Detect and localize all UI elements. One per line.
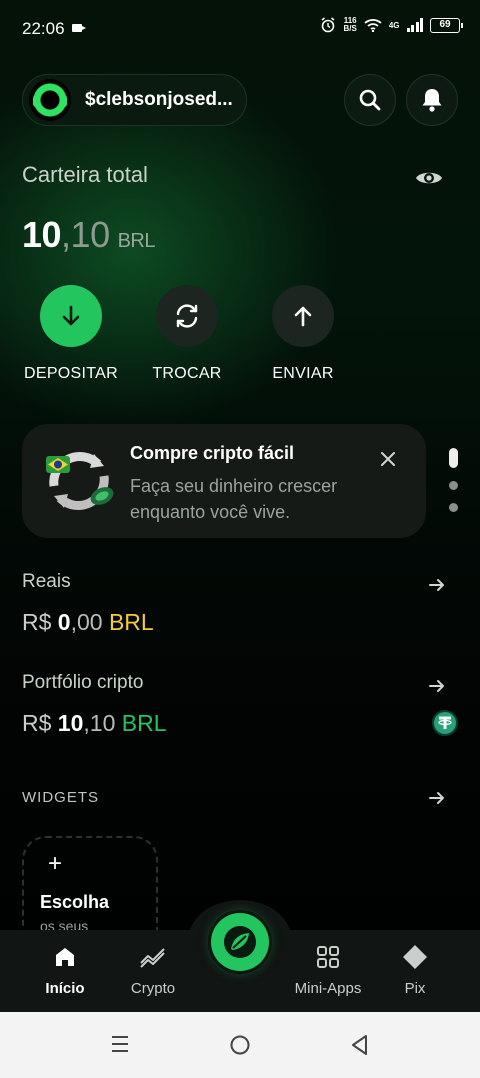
deposit-label: DEPOSITAR [24, 365, 118, 382]
menu-icon[interactable] [110, 1034, 130, 1054]
reais-arrow-button[interactable] [428, 576, 446, 599]
username: $clebsonjosed... [85, 89, 233, 110]
promo-title: Compre cripto fácil [130, 443, 295, 463]
send-label: ENVIAR [272, 365, 334, 382]
nav-mini-apps-label: Mini-Apps [294, 980, 362, 997]
swap-action[interactable]: TROCAR [127, 285, 247, 383]
search-icon [359, 89, 381, 111]
deposit-action[interactable]: DEPOSITAR [11, 285, 131, 383]
bell-icon [422, 89, 442, 112]
plus-icon: + [48, 850, 63, 877]
chart-icon [140, 948, 165, 968]
widgets-arrow-button[interactable] [428, 789, 446, 812]
signal-icon [406, 18, 423, 32]
balance-decimal: ,10 [61, 214, 110, 255]
refresh-icon [176, 304, 198, 328]
status-bar: 22:06 116 B/S 4G 69 [0, 0, 480, 56]
battery-icon: 69 [430, 17, 463, 33]
portfolio-title[interactable]: Portfólio cripto [22, 672, 143, 694]
status-time: 22:06 [22, 19, 65, 38]
notifications-button[interactable] [406, 74, 458, 126]
reais-currency: BRL [108, 609, 154, 635]
pix-icon [403, 945, 427, 969]
video-record-icon [72, 24, 86, 32]
portfolio-currency: BRL [121, 710, 167, 736]
arrow-right-icon [429, 792, 444, 804]
nav-home[interactable]: Início [20, 944, 110, 997]
widgets-label: WIDGETS [22, 789, 99, 806]
wallet-label: Carteira total [22, 162, 148, 187]
promo-subtitle: Faça seu dinheiro crescer enquanto você … [130, 476, 338, 522]
total-balance: 10,10 BRL [22, 214, 156, 256]
crypto-exchange-illustration [46, 452, 114, 510]
carousel-dot [448, 503, 458, 512]
net-speed: 116 B/S [343, 16, 357, 33]
arrow-right-icon [429, 579, 444, 591]
carousel-dot [448, 481, 458, 490]
nav-crypto[interactable]: Crypto [108, 944, 198, 997]
portfolio-arrow-button[interactable] [428, 677, 446, 700]
reais-title[interactable]: Reais [22, 571, 71, 593]
system-nav-bar [0, 1012, 480, 1078]
portfolio-balance: R$ 10,10 BRL [22, 710, 167, 736]
swap-label: TROCAR [152, 365, 222, 382]
nav-pix-label: Pix [404, 980, 426, 997]
network-type: 4G [388, 20, 400, 30]
wifi-icon [364, 19, 382, 32]
app-screen: 22:06 116 B/S 4G 69 $clebsonjosed... Car… [0, 0, 480, 1012]
reais-balance: R$ 0,00 BRL [22, 609, 154, 635]
eye-icon [416, 172, 442, 184]
alarm-icon [322, 17, 335, 33]
nav-pix[interactable]: Pix [370, 944, 460, 997]
balance-integer: 10 [22, 214, 62, 255]
carousel-indicator [447, 448, 459, 525]
home-icon [56, 948, 74, 966]
profile-selector[interactable]: $clebsonjosed... [22, 74, 247, 126]
promo-card[interactable]: Compre cripto fácil Faça seu dinheiro cr… [22, 424, 426, 538]
home-circle-icon[interactable] [229, 1034, 251, 1056]
brand-logo-icon [224, 926, 256, 958]
close-icon [381, 452, 395, 466]
nav-crypto-label: Crypto [130, 980, 176, 997]
status-icons: 116 B/S 4G 69 [320, 16, 463, 33]
avatar [29, 79, 71, 121]
promo-close-button[interactable] [380, 451, 396, 472]
send-action[interactable]: ENVIAR [243, 285, 363, 383]
deposit-button[interactable] [40, 285, 102, 347]
back-icon[interactable] [350, 1034, 370, 1056]
arrow-down-icon [62, 305, 80, 326]
arrow-right-icon [429, 680, 444, 692]
toggle-visibility-button[interactable] [414, 166, 444, 195]
widget-card-title: Escolha [40, 892, 110, 912]
tether-icon [432, 710, 458, 736]
balance-currency: BRL [117, 230, 156, 252]
search-button[interactable] [344, 74, 396, 126]
arrow-up-icon [294, 306, 312, 327]
carousel-dot-active [448, 448, 458, 468]
grid-icon [317, 946, 339, 968]
send-button[interactable] [272, 285, 334, 347]
nav-home-label: Início [45, 980, 85, 997]
center-action-button[interactable] [211, 913, 269, 971]
nav-mini-apps[interactable]: Mini-Apps [283, 944, 373, 997]
swap-button[interactable] [156, 285, 218, 347]
